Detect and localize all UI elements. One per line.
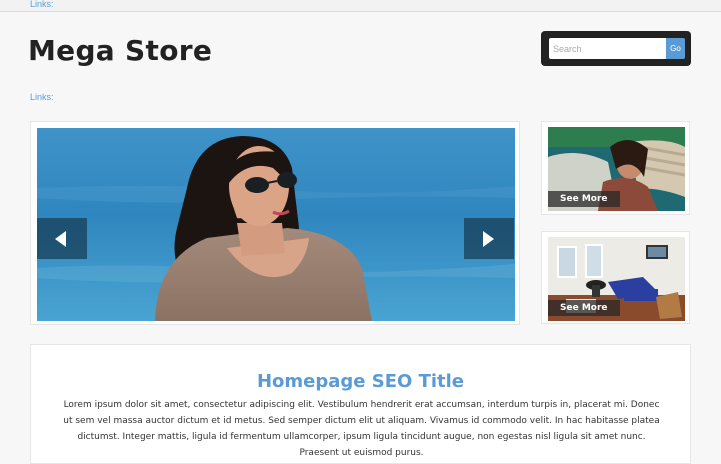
promo-see-more-button[interactable]: See More	[548, 191, 620, 207]
promo-card-1[interactable]: See More	[541, 121, 690, 215]
promo-card-2[interactable]: See More	[541, 231, 690, 324]
search-box: Go	[541, 31, 691, 66]
chevron-left-icon	[55, 231, 66, 247]
seo-body-text: Lorem ipsum dolor sit amet, consectetur …	[63, 400, 660, 458]
top-bar: Links:	[0, 0, 721, 12]
slider-prev-button[interactable]	[37, 218, 87, 259]
chevron-right-icon	[483, 231, 494, 247]
seo-section: Homepage SEO Title Lorem ipsum dolor sit…	[30, 344, 691, 464]
top-links-label[interactable]: Links:	[30, 0, 54, 9]
site-logo[interactable]: Mega Store	[28, 34, 212, 67]
hero-slide-image	[37, 128, 515, 321]
promo-see-more-button[interactable]: See More	[548, 300, 620, 316]
seo-title: Homepage SEO Title	[256, 371, 465, 392]
search-button[interactable]: Go	[666, 38, 685, 59]
links-label[interactable]: Links:	[30, 92, 54, 102]
search-input[interactable]	[549, 38, 666, 59]
slider-next-button[interactable]	[464, 218, 514, 259]
hero-slider	[30, 121, 520, 325]
